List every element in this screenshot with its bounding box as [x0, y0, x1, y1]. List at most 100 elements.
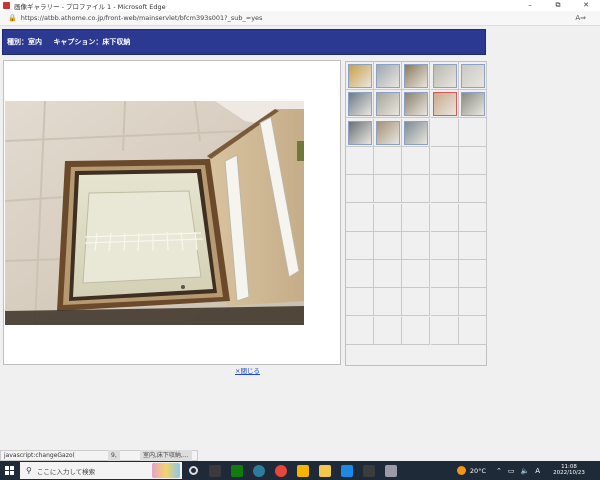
- store-icon: [341, 464, 353, 477]
- read-aloud-icon[interactable]: A⇒: [575, 14, 586, 22]
- caption-label: キャプション：床下収納: [53, 38, 131, 46]
- thumbnail-cell[interactable]: [374, 90, 403, 119]
- thumbnail-cell[interactable]: [458, 90, 487, 119]
- thumbnail-cell[interactable]: [430, 90, 459, 119]
- thumbnail-cell[interactable]: [430, 62, 459, 90]
- search-placeholder: ここに入力して検索: [36, 467, 96, 476]
- thumbnail-cell[interactable]: [346, 62, 374, 90]
- thumbnail-cell: [346, 175, 374, 204]
- thumbnail-cell: [402, 288, 431, 317]
- search-icon: ⚲: [26, 466, 32, 475]
- thumbnail-cell: [458, 146, 487, 175]
- thumbnail-image[interactable]: [460, 64, 485, 88]
- lock-icon: 🔒: [8, 14, 17, 22]
- taskbar-app-button[interactable]: [314, 461, 336, 480]
- thumbnail-image[interactable]: [432, 64, 457, 88]
- thumbnail-cell[interactable]: [374, 118, 403, 147]
- task-view-icon: [188, 466, 198, 475]
- thumbnail-cell: [430, 146, 459, 175]
- thumbnail-image[interactable]: [348, 120, 372, 145]
- thumbnail-cell[interactable]: [346, 90, 374, 119]
- network-icon[interactable]: ▭: [508, 467, 515, 475]
- thumbnail-image[interactable]: [376, 120, 401, 145]
- thumbnail-cell[interactable]: [346, 118, 374, 147]
- thumbnail-cell: [346, 260, 374, 289]
- minimize-button[interactable]: –: [516, 0, 544, 11]
- thumbnail-cell: [458, 118, 487, 147]
- sticky-notes-icon: [297, 464, 309, 477]
- thumbnail-grid: [345, 61, 487, 366]
- excel-icon: [231, 464, 243, 477]
- ime-indicator[interactable]: A: [535, 467, 540, 475]
- thumbnail-cell: [346, 288, 374, 317]
- thumbnail-cell: [430, 231, 459, 260]
- thumbnail-image[interactable]: [404, 92, 429, 117]
- sun-icon: [456, 466, 466, 475]
- thumbnail-image[interactable]: [348, 92, 372, 117]
- taskbar-search-box[interactable]: ⚲ ここに入力して検索: [20, 462, 182, 479]
- weather-temp: 20°C: [469, 466, 486, 475]
- taskbar-app-button[interactable]: [270, 461, 292, 480]
- thumbnail-cell: [430, 260, 459, 289]
- thumbnail-cell: [430, 288, 459, 317]
- thumbnail-image[interactable]: [432, 92, 457, 117]
- thumbnail-cell: [374, 146, 403, 175]
- thumbnail-image[interactable]: [348, 64, 372, 88]
- taskbar-app-button[interactable]: [358, 461, 380, 480]
- thumbnail-cell: [402, 175, 431, 204]
- clock-date: 2022/10/23: [553, 469, 585, 476]
- weather-widget[interactable]: 20°C: [456, 466, 486, 475]
- category-label: 種別：室内: [7, 38, 42, 46]
- window-title-bar: 画像ギャラリー - プロファイル 1 - Microsoft Edge – ⧉ …: [0, 0, 600, 11]
- thumbnail-image[interactable]: [404, 64, 429, 88]
- thumbnail-image[interactable]: [376, 64, 401, 88]
- thumbnail-cell: [458, 260, 487, 289]
- clock[interactable]: 11:08 2022/10/23: [546, 464, 592, 476]
- thumbnail-cell[interactable]: [402, 118, 431, 147]
- taskbar-app-button[interactable]: [380, 461, 402, 480]
- widgets-icon: [209, 464, 221, 477]
- start-button[interactable]: [0, 461, 18, 480]
- thumbnail-cell: [402, 203, 431, 232]
- thumbnail-cell: [374, 175, 403, 204]
- file-explorer-icon: [319, 464, 331, 477]
- floor-storage-photo: [5, 101, 304, 325]
- thumbnail-cell: [430, 175, 459, 204]
- taskbar-app-button[interactable]: [336, 461, 358, 480]
- chevron-up-icon[interactable]: ⌃: [496, 467, 502, 475]
- volume-icon[interactable]: 🔈: [520, 467, 529, 475]
- restore-button[interactable]: ⧉: [544, 0, 572, 11]
- app-icon: [363, 464, 375, 477]
- taskbar-app-button[interactable]: [292, 461, 314, 480]
- tooltip-index: 9,: [108, 450, 120, 461]
- edge-app-icon: [3, 2, 10, 9]
- taskbar-app-button[interactable]: [182, 461, 204, 480]
- edge-icon: [253, 464, 265, 477]
- window-title: 画像ギャラリー - プロファイル 1 - Microsoft Edge: [14, 2, 166, 11]
- thumbnail-cell: [458, 316, 487, 345]
- thumbnail-cell: [458, 175, 487, 204]
- caption-header: 種別：室内 キャプション：床下収納: [2, 29, 486, 55]
- snipping-tool-icon: [385, 464, 397, 477]
- thumbnail-cell: [430, 203, 459, 232]
- taskbar-app-button[interactable]: [204, 461, 226, 480]
- thumbnail-cell: [430, 316, 459, 345]
- thumbnail-image[interactable]: [376, 92, 401, 117]
- taskbar-app-button[interactable]: [248, 461, 270, 480]
- thumbnail-cell[interactable]: [374, 62, 403, 90]
- thumbnail-cell: [346, 316, 374, 345]
- thumbnail-cell: [458, 288, 487, 317]
- thumbnail-cell: [346, 231, 374, 260]
- taskbar-app-button[interactable]: [226, 461, 248, 480]
- thumbnail-cell[interactable]: [402, 90, 431, 119]
- taskbar: ⚲ ここに入力して検索 20°C ⌃ ▭ 🔈 A 11:08 2022/10/2…: [0, 461, 600, 480]
- thumbnail-cell[interactable]: [458, 62, 487, 90]
- system-tray: 20°C ⌃ ▭ 🔈 A 11:08 2022/10/23: [456, 461, 600, 480]
- url-text[interactable]: https://atbb.athome.co.jp/front-web/main…: [21, 14, 263, 22]
- close-link[interactable]: ×閉じる: [235, 365, 260, 375]
- thumbnail-image[interactable]: [460, 92, 485, 117]
- thumbnail-image[interactable]: [404, 120, 429, 145]
- thumbnail-cell[interactable]: [402, 62, 431, 90]
- close-window-button[interactable]: ✕: [572, 0, 600, 11]
- address-bar[interactable]: 🔒 https://atbb.athome.co.jp/front-web/ma…: [0, 11, 600, 26]
